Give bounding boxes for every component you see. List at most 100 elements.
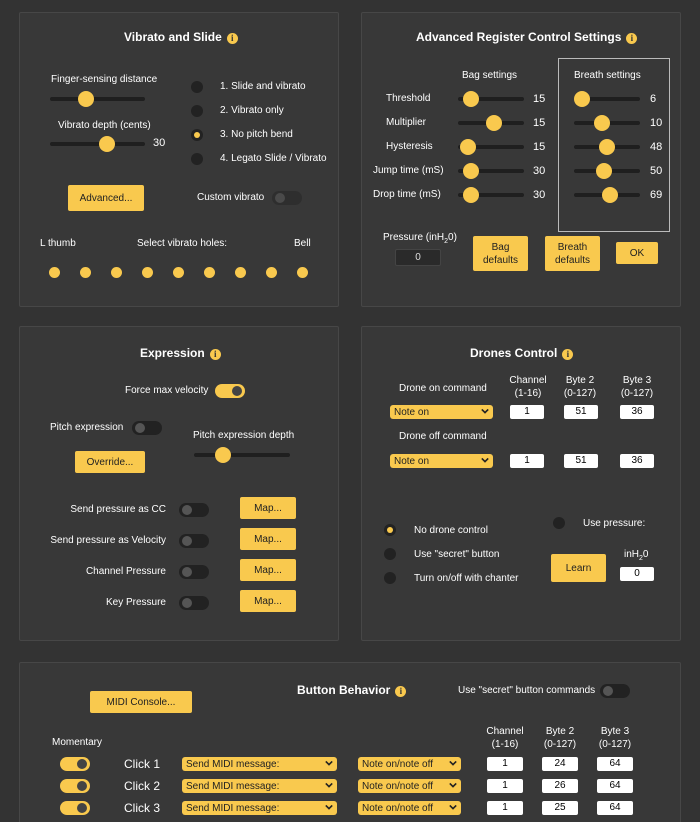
slider-thumb[interactable] — [599, 139, 615, 155]
pitch-expression-toggle[interactable] — [132, 421, 162, 435]
force-max-velocity-toggle[interactable] — [215, 384, 245, 398]
vibrato-mode-radio[interactable] — [191, 129, 203, 141]
click-action-select[interactable]: Send MIDI message: — [182, 757, 337, 771]
slider-thumb[interactable] — [214, 447, 231, 463]
drone-off-channel[interactable]: 1 — [510, 454, 544, 468]
vibrato-mode-radio[interactable] — [191, 153, 203, 165]
vibrato-hole-toggle[interactable] — [49, 267, 60, 278]
vibrato-hole-toggle[interactable] — [142, 267, 153, 278]
learn-button[interactable]: Learn — [551, 554, 606, 582]
bag-defaults-button[interactable]: Bag defaults — [473, 236, 528, 271]
info-icon[interactable]: i — [395, 686, 407, 697]
use-pressure-radio[interactable] — [553, 517, 565, 529]
finger-sensing-slider[interactable] — [50, 91, 145, 107]
slider-thumb[interactable] — [99, 136, 115, 152]
click-byte3[interactable]: 64 — [597, 779, 633, 793]
vibrato-hole-toggle[interactable] — [235, 267, 246, 278]
click-action-select[interactable]: Send MIDI message: — [182, 779, 337, 793]
click-byte3[interactable]: 64 — [597, 801, 633, 815]
bag-slider[interactable] — [458, 115, 524, 131]
breath-slider[interactable] — [574, 139, 640, 155]
breath-slider[interactable] — [574, 187, 640, 203]
pitch-depth-slider[interactable] — [194, 447, 290, 463]
slider-thumb[interactable] — [463, 91, 480, 107]
drone-off-byte2[interactable]: 51 — [564, 454, 598, 468]
info-icon[interactable]: i — [226, 33, 238, 44]
vibrato-mode-radio[interactable] — [191, 81, 203, 93]
expression-row-toggle[interactable] — [179, 503, 209, 517]
slider-thumb[interactable] — [602, 187, 619, 203]
momentary-toggle[interactable] — [60, 757, 90, 771]
breath-slider[interactable] — [574, 115, 640, 131]
drone-option-radio[interactable] — [384, 548, 396, 560]
midi-console-button[interactable]: MIDI Console... — [90, 691, 192, 713]
drone-on-select[interactable]: Note on — [390, 405, 493, 419]
click-byte2[interactable]: 25 — [542, 801, 578, 815]
bag-slider[interactable] — [458, 139, 524, 155]
breath-defaults-button[interactable]: Breath defaults — [545, 236, 600, 271]
click-byte3[interactable]: 64 — [597, 757, 633, 771]
slider-thumb[interactable] — [78, 91, 95, 107]
info-icon[interactable]: i — [626, 33, 638, 44]
expression-row-toggle[interactable] — [179, 596, 209, 610]
click-type-select[interactable]: Note on/note off — [358, 779, 461, 793]
drone-on-channel[interactable]: 1 — [510, 405, 544, 419]
drone-option-radio[interactable] — [384, 524, 396, 536]
breath-slider[interactable] — [573, 91, 640, 107]
info-icon[interactable]: i — [562, 349, 574, 360]
register-panel: Advanced Register Control Settings i Bag … — [361, 12, 681, 307]
map-button[interactable]: Map... — [240, 590, 296, 612]
bag-value: 15 — [533, 93, 546, 105]
vibrato-hole-toggle[interactable] — [204, 267, 215, 278]
bag-slider[interactable] — [458, 163, 524, 179]
drone-off-select[interactable]: Note on — [390, 454, 493, 468]
vibrato-mode-radio[interactable] — [191, 105, 203, 117]
bag-slider[interactable] — [458, 187, 524, 203]
vibrato-hole-toggle[interactable] — [80, 267, 91, 278]
vibrato-mode-label: 4. Legato Slide / Vibrato — [220, 153, 327, 164]
override-button[interactable]: Override... — [75, 451, 145, 473]
map-button[interactable]: Map... — [240, 497, 296, 519]
click-type-select[interactable]: Note on/note off — [358, 757, 461, 771]
drone-option-radio[interactable] — [384, 572, 396, 584]
map-button[interactable]: Map... — [240, 559, 296, 581]
slider-thumb[interactable] — [595, 163, 612, 179]
click-byte2[interactable]: 26 — [542, 779, 578, 793]
vibrato-hole-toggle[interactable] — [266, 267, 277, 278]
custom-vibrato-toggle[interactable] — [272, 191, 302, 205]
vibrato-hole-toggle[interactable] — [111, 267, 122, 278]
bag-value: 30 — [533, 165, 546, 177]
slider-thumb[interactable] — [573, 91, 590, 107]
slider-thumb[interactable] — [463, 163, 480, 179]
vibrato-hole-toggle[interactable] — [173, 267, 184, 278]
click-action-select[interactable]: Send MIDI message: — [182, 801, 337, 815]
ok-button[interactable]: OK — [616, 242, 658, 264]
bag-slider[interactable] — [458, 91, 524, 107]
click-byte2[interactable]: 24 — [542, 757, 578, 771]
slider-thumb[interactable] — [593, 115, 610, 131]
slider-thumb[interactable] — [486, 115, 503, 131]
drone-on-byte2[interactable]: 51 — [564, 405, 598, 419]
breath-slider[interactable] — [574, 163, 640, 179]
expression-row-toggle[interactable] — [179, 565, 209, 579]
drone-pressure-input[interactable]: 0 — [620, 567, 654, 581]
click-channel[interactable]: 1 — [487, 779, 523, 793]
vibrato-hole-toggle[interactable] — [297, 267, 308, 278]
expression-row-toggle[interactable] — [179, 534, 209, 548]
slider-thumb[interactable] — [459, 139, 476, 155]
click-channel[interactable]: 1 — [487, 757, 523, 771]
vibrato-depth-slider[interactable] — [50, 136, 145, 152]
drone-option-label: Turn on/off with chanter — [414, 573, 519, 584]
expression-title: Expression i — [140, 346, 221, 360]
info-icon[interactable]: i — [209, 349, 221, 360]
drone-on-byte3[interactable]: 36 — [620, 405, 654, 419]
drone-off-byte3[interactable]: 36 — [620, 454, 654, 468]
map-button[interactable]: Map... — [240, 528, 296, 550]
advanced-button[interactable]: Advanced... — [68, 185, 144, 211]
slider-thumb[interactable] — [463, 187, 480, 203]
secret-commands-toggle[interactable] — [600, 684, 630, 698]
click-channel[interactable]: 1 — [487, 801, 523, 815]
momentary-toggle[interactable] — [60, 801, 90, 815]
click-type-select[interactable]: Note on/note off — [358, 801, 461, 815]
momentary-toggle[interactable] — [60, 779, 90, 793]
